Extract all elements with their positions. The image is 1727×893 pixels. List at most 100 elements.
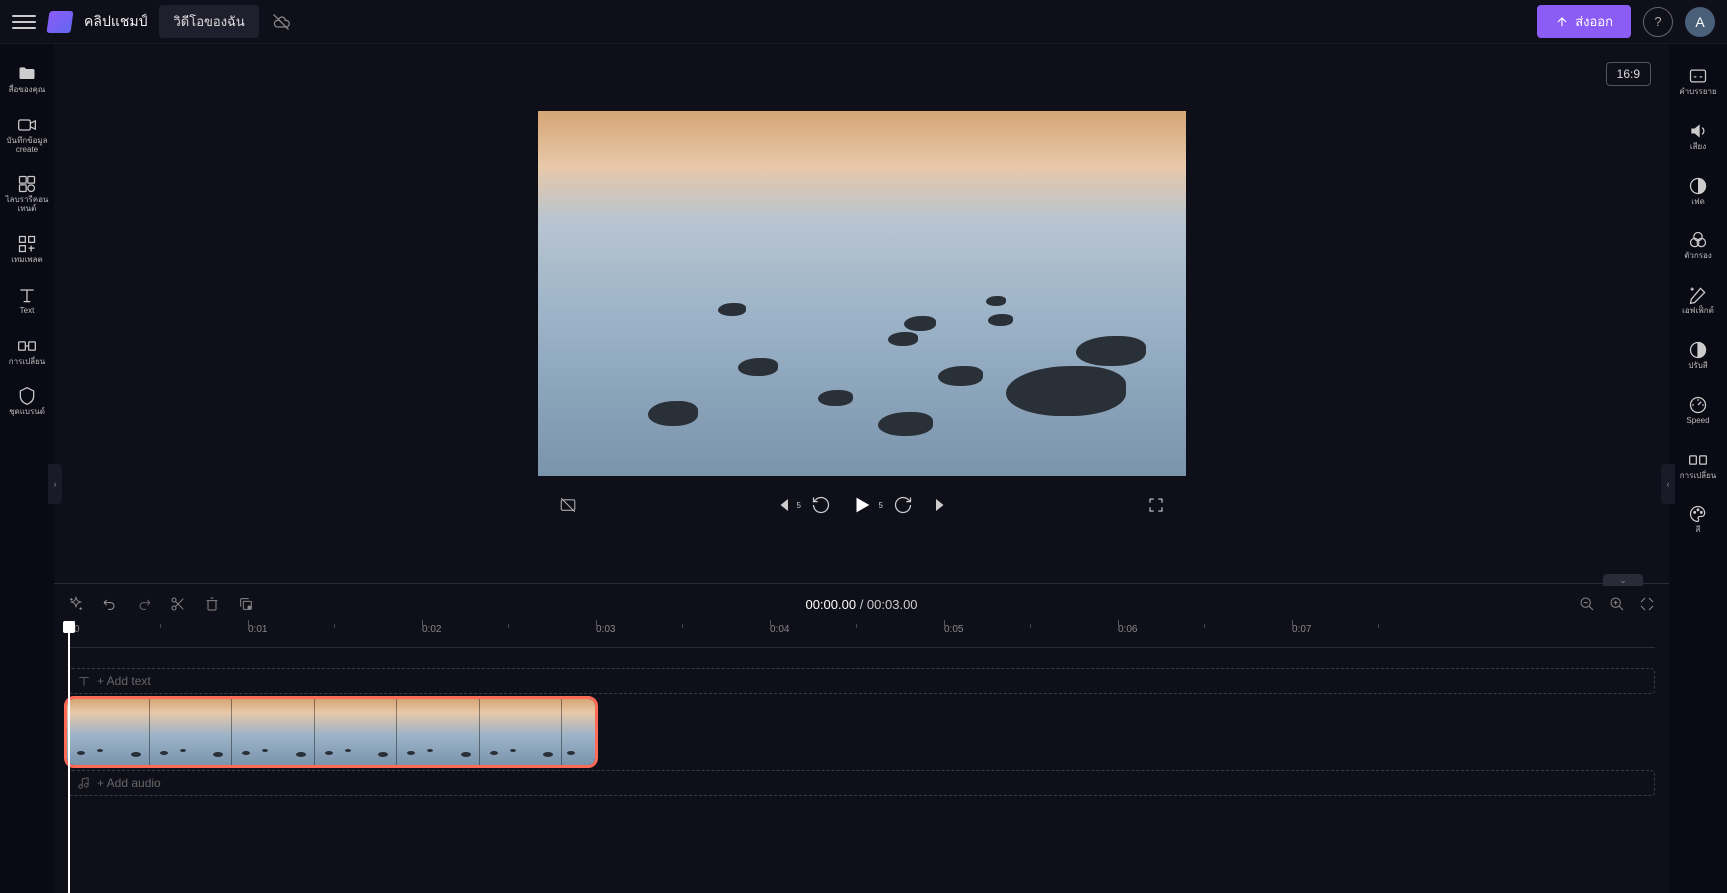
video-camera-icon bbox=[17, 115, 37, 135]
panel-label: การเปลี่ยน bbox=[1680, 472, 1717, 481]
panel-item-fade[interactable]: เฟด bbox=[1669, 166, 1727, 217]
left-sidebar: สื่อของคุณ บันทึกข้อมูล create ไลบรารีคอ… bbox=[0, 44, 54, 893]
text-icon bbox=[17, 285, 37, 305]
ruler-tick: 0:02 bbox=[422, 624, 441, 635]
sidebar-item-record[interactable]: บันทึกข้อมูล create bbox=[0, 107, 54, 163]
panel-item-audio[interactable]: เสียง bbox=[1669, 111, 1727, 162]
fullscreen-button[interactable] bbox=[1147, 496, 1165, 514]
speedometer-icon bbox=[1688, 395, 1708, 415]
playback-controls: 5 5 bbox=[538, 494, 1186, 516]
rewind-5-button[interactable]: 5 bbox=[811, 495, 831, 515]
speaker-icon bbox=[1688, 121, 1708, 141]
delete-button[interactable] bbox=[204, 596, 220, 612]
skip-back-button[interactable] bbox=[773, 496, 791, 514]
ruler-tick: 0:01 bbox=[248, 624, 267, 635]
panel-label: เอฟเฟ็กต์ bbox=[1682, 307, 1714, 316]
right-sidebar-expand[interactable]: ‹ bbox=[1661, 464, 1675, 504]
picture-off-icon[interactable] bbox=[559, 496, 577, 514]
timeline-timecode: 00:00.00 / 00:03.00 bbox=[805, 597, 917, 612]
top-bar: คลิปแชมป์ วิดีโอของฉัน ส่งออก ? A bbox=[0, 0, 1727, 44]
text-icon bbox=[77, 674, 91, 688]
panel-label: ปรับสี bbox=[1688, 362, 1707, 371]
music-note-icon bbox=[77, 776, 91, 790]
timeline-section: ⌄ 00:00.00 / 00:03.00 0 bbox=[54, 583, 1669, 893]
fit-timeline-button[interactable] bbox=[1639, 596, 1655, 612]
panel-item-color[interactable]: สี bbox=[1669, 494, 1727, 545]
aspect-ratio-button[interactable]: 16:9 bbox=[1606, 62, 1651, 86]
panel-label: เฟด bbox=[1691, 198, 1705, 207]
panel-label: เสียง bbox=[1690, 143, 1706, 152]
timeline-collapse-toggle[interactable]: ⌄ bbox=[1603, 574, 1643, 586]
sidebar-label: สื่อของคุณ bbox=[9, 86, 46, 95]
ruler-tick: 0:03 bbox=[596, 624, 615, 635]
timeline-tracks[interactable]: + Add text bbox=[54, 648, 1669, 796]
zoom-out-button[interactable] bbox=[1579, 596, 1595, 612]
total-time: 00:03.00 bbox=[867, 597, 918, 612]
timeline-playhead[interactable] bbox=[68, 624, 70, 893]
sidebar-item-text[interactable]: Text bbox=[0, 277, 54, 324]
ruler-tick: 0:07 bbox=[1292, 624, 1311, 635]
filter-icon bbox=[1688, 230, 1708, 250]
video-clip[interactable] bbox=[64, 696, 598, 768]
sidebar-label: บันทึกข้อมูล create bbox=[6, 137, 47, 155]
panel-label: คำบรรยาย bbox=[1679, 88, 1716, 97]
contrast-icon bbox=[1688, 340, 1708, 360]
panel-item-filters[interactable]: ตัวกรอง bbox=[1669, 220, 1727, 271]
sidebar-label: เทมเพลต bbox=[11, 256, 42, 265]
template-icon bbox=[17, 234, 37, 254]
magic-tool-icon[interactable] bbox=[68, 596, 84, 612]
redo-button[interactable] bbox=[136, 596, 152, 612]
panel-item-speed[interactable]: Speed bbox=[1669, 385, 1727, 436]
user-avatar[interactable]: A bbox=[1685, 7, 1715, 37]
zoom-in-button[interactable] bbox=[1609, 596, 1625, 612]
panel-label: ตัวกรอง bbox=[1684, 252, 1712, 261]
video-preview-canvas[interactable] bbox=[538, 111, 1186, 476]
forward-5-button[interactable]: 5 bbox=[893, 495, 913, 515]
sidebar-label: Text bbox=[20, 307, 35, 316]
captions-icon bbox=[1688, 66, 1708, 86]
palette-icon bbox=[1688, 504, 1708, 524]
ruler-tick: 0:04 bbox=[770, 624, 789, 635]
project-name[interactable]: คลิปแชมป์ bbox=[84, 11, 147, 33]
split-button[interactable] bbox=[170, 596, 186, 612]
panel-item-effects[interactable]: เอฟเฟ็กต์ bbox=[1669, 275, 1727, 326]
right-sidebar: คำบรรยาย เสียง เฟด ตัวกรอง เอฟเฟ็กต์ ปรั… bbox=[1669, 44, 1727, 893]
export-label: ส่งออก bbox=[1575, 11, 1613, 32]
help-icon[interactable]: ? bbox=[1643, 7, 1673, 37]
audio-track-lane[interactable]: + Add audio bbox=[68, 770, 1655, 796]
my-videos-tab[interactable]: วิดีโอของฉัน bbox=[159, 5, 258, 38]
add-audio-label: + Add audio bbox=[97, 776, 161, 790]
panel-item-transition[interactable]: การเปลี่ยน bbox=[1669, 440, 1727, 491]
library-icon bbox=[17, 174, 37, 194]
sidebar-item-transitions[interactable]: การเปลี่ยน bbox=[0, 328, 54, 375]
transition-icon bbox=[17, 336, 37, 356]
play-button[interactable] bbox=[851, 494, 873, 516]
skip-forward-button[interactable] bbox=[933, 496, 951, 514]
duplicate-button[interactable] bbox=[238, 596, 254, 612]
export-button[interactable]: ส่งออก bbox=[1537, 5, 1631, 38]
timeline-toolbar: 00:00.00 / 00:03.00 bbox=[54, 584, 1669, 624]
text-track-lane[interactable]: + Add text bbox=[68, 668, 1655, 694]
cloud-sync-off-icon[interactable] bbox=[271, 12, 291, 32]
ruler-tick: 0:06 bbox=[1118, 624, 1137, 635]
current-time: 00:00.00 bbox=[805, 597, 856, 612]
undo-button[interactable] bbox=[102, 596, 118, 612]
panel-label: สี bbox=[1696, 526, 1701, 535]
brand-icon bbox=[17, 386, 37, 406]
panel-item-adjust-color[interactable]: ปรับสี bbox=[1669, 330, 1727, 381]
panel-label: Speed bbox=[1686, 417, 1709, 426]
fade-icon bbox=[1688, 176, 1708, 196]
sidebar-item-templates[interactable]: เทมเพลต bbox=[0, 226, 54, 273]
sidebar-item-library[interactable]: ไลบรารีคอนเทนต์ bbox=[0, 166, 54, 222]
timeline-ruler[interactable]: 0 0:01 0:02 0:03 0:04 0:05 0:06 0:07 bbox=[68, 624, 1655, 648]
panel-item-captions[interactable]: คำบรรยาย bbox=[1669, 56, 1727, 107]
ruler-tick: 0:05 bbox=[944, 624, 963, 635]
preview-area: 16:9 5 bbox=[54, 44, 1669, 583]
effects-icon bbox=[1688, 285, 1708, 305]
folder-icon bbox=[17, 64, 37, 84]
transition-icon bbox=[1688, 450, 1708, 470]
sidebar-item-media[interactable]: สื่อของคุณ bbox=[0, 56, 54, 103]
hamburger-menu-icon[interactable] bbox=[12, 10, 36, 34]
sidebar-label: การเปลี่ยน bbox=[9, 358, 46, 367]
sidebar-item-brand[interactable]: ชุดแบรนด์ bbox=[0, 378, 54, 425]
